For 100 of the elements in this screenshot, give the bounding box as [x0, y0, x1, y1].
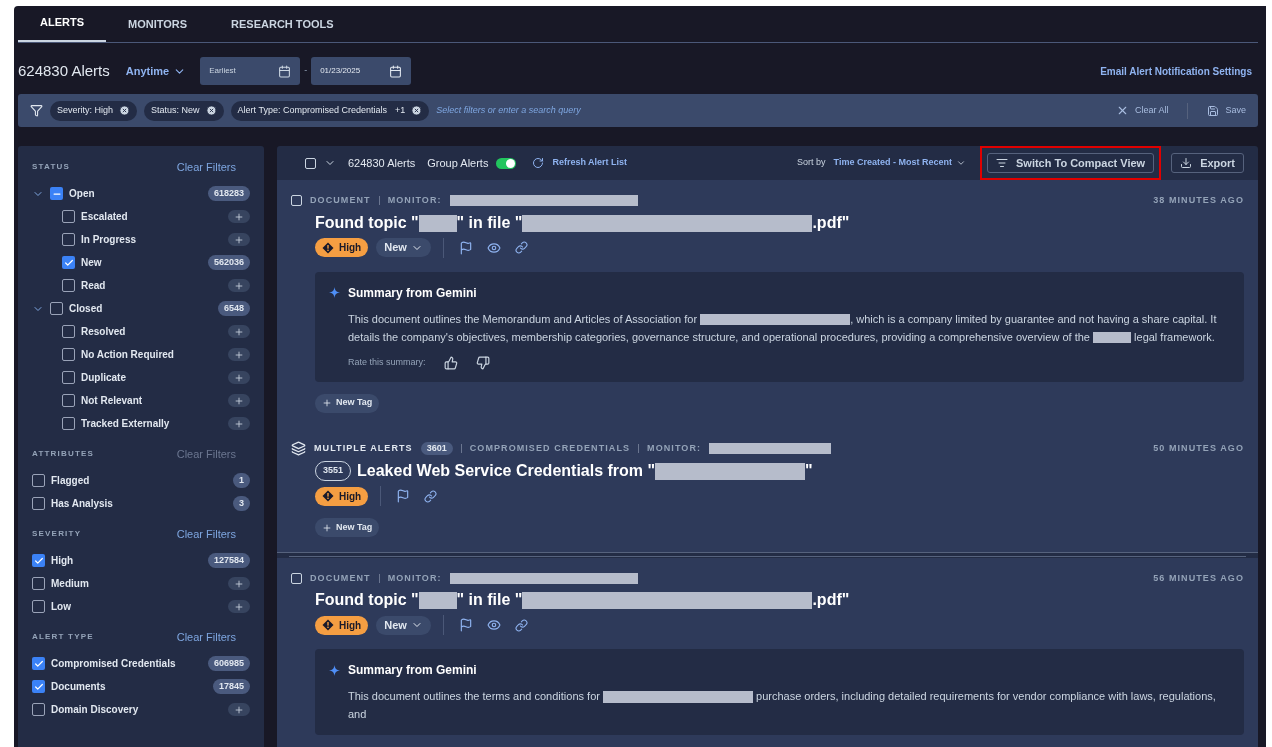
select-checkbox[interactable]: [291, 195, 302, 207]
checkbox[interactable]: [32, 703, 45, 716]
add-button[interactable]: [228, 325, 250, 338]
check-icon: [33, 681, 44, 692]
status-dropdown[interactable]: New: [376, 238, 431, 257]
plus-icon: [234, 326, 244, 337]
end-date-field[interactable]: 01/23/2025: [311, 57, 412, 85]
refresh-link[interactable]: Refresh Alert List: [552, 156, 628, 170]
checkbox[interactable]: [32, 577, 45, 590]
add-button[interactable]: [228, 600, 250, 613]
new-tag-button[interactable]: New Tag: [315, 518, 380, 537]
plus-icon: [234, 280, 244, 291]
link-icon[interactable]: [424, 489, 438, 503]
summary-title: Summary from Gemini: [348, 284, 477, 302]
alert-type: DOCUMENT: [310, 571, 371, 585]
checkbox[interactable]: [62, 256, 75, 269]
clear-filters-link[interactable]: Clear Filters: [176, 158, 236, 176]
save-button[interactable]: Save: [1207, 103, 1246, 118]
range-dropdown[interactable]: Anytime: [125, 62, 187, 80]
clear-all-button[interactable]: Clear All: [1115, 103, 1169, 118]
checkbox[interactable]: [62, 210, 75, 223]
count-badge: 562036: [207, 254, 250, 271]
nav-tab[interactable]: ALERTS: [18, 13, 106, 42]
select-all-checkbox[interactable]: [305, 157, 316, 169]
alert-title[interactable]: Found topic " " in file " .pdf": [315, 589, 850, 611]
add-button[interactable]: [228, 233, 250, 246]
clear-filters-link[interactable]: Clear Filters: [176, 628, 236, 646]
alert-icon: [322, 619, 334, 631]
flag-icon[interactable]: [458, 240, 473, 255]
plus-icon: [234, 395, 244, 406]
flag-icon[interactable]: [396, 489, 411, 503]
checkbox[interactable]: [62, 394, 75, 407]
flag-icon[interactable]: [458, 618, 473, 632]
eye-icon[interactable]: [486, 618, 501, 632]
count-badge: 1: [233, 472, 250, 489]
filter-label: No Action Required: [81, 348, 174, 362]
plus-icon: [234, 349, 244, 360]
checkbox[interactable]: [62, 325, 75, 338]
new-tag-button[interactable]: New Tag: [315, 393, 380, 413]
filter-label: High: [51, 554, 74, 568]
alerts-count: 624830 Alerts: [18, 60, 110, 81]
add-button[interactable]: [228, 417, 250, 430]
date-separator: -: [304, 64, 308, 78]
monitor-label: MONITOR:: [387, 194, 442, 207]
filter-icon: [30, 104, 43, 117]
checkbox[interactable]: [62, 417, 75, 430]
remove-icon[interactable]: [411, 105, 423, 116]
compact-view-button[interactable]: Switch To Compact View: [987, 153, 1155, 173]
sort-dropdown[interactable]: Time Created - Most Recent: [833, 156, 966, 170]
checkbox[interactable]: [62, 233, 75, 246]
add-button[interactable]: [228, 703, 250, 716]
filter-label: Escalated: [81, 210, 128, 224]
add-button[interactable]: [228, 210, 250, 223]
select-checkbox[interactable]: [291, 572, 302, 584]
severity-badge: High: [315, 238, 369, 257]
filter-label: Not Relevant: [81, 394, 143, 408]
add-button[interactable]: [228, 371, 250, 384]
group-label: Group Alerts: [427, 155, 489, 171]
count-badge: 17845: [212, 678, 250, 695]
notification-settings-link[interactable]: Email Alert Notification Settings: [1100, 63, 1252, 79]
clear-filters-link[interactable]: Clear Filters: [176, 525, 236, 543]
alert-title[interactable]: Found topic " " in file " .pdf": [315, 211, 850, 234]
add-button[interactable]: [228, 577, 250, 590]
checkbox[interactable]: [50, 187, 63, 200]
export-button[interactable]: Export: [1171, 153, 1244, 173]
link-icon[interactable]: [514, 618, 528, 632]
thumbs-down-icon[interactable]: [475, 355, 490, 370]
group-toggle[interactable]: [496, 157, 517, 169]
start-date-field[interactable]: Earliest: [200, 57, 301, 85]
check-icon: [33, 658, 44, 669]
checkbox[interactable]: [32, 680, 45, 693]
nav-tab[interactable]: RESEARCH TOOLS: [209, 15, 356, 42]
add-button[interactable]: [228, 348, 250, 361]
sort-label: Sort by: [797, 156, 826, 170]
alert-time: 50 MINUTES AGO: [1153, 441, 1244, 455]
filter-chip[interactable]: Status: New: [144, 100, 224, 121]
refresh-icon[interactable]: [532, 157, 545, 169]
remove-icon[interactable]: [205, 105, 217, 116]
checkbox[interactable]: [62, 348, 75, 361]
remove-icon[interactable]: [119, 105, 131, 116]
count-badge: 618283: [207, 185, 250, 202]
checkbox[interactable]: [32, 600, 45, 613]
filter-chip[interactable]: Alert Type: Compromised Credentials +1: [230, 100, 430, 121]
add-button[interactable]: [228, 279, 250, 292]
nav-tab[interactable]: MONITORS: [106, 15, 210, 42]
alert-title[interactable]: Leaked Web Service Credentials from " ": [357, 460, 813, 482]
status-dropdown[interactable]: New: [376, 615, 431, 635]
checkbox[interactable]: [32, 657, 45, 670]
checkbox[interactable]: [62, 371, 75, 384]
checkbox[interactable]: [62, 279, 75, 292]
checkbox[interactable]: [32, 554, 45, 567]
add-button[interactable]: [228, 394, 250, 407]
plus-icon: [322, 522, 332, 533]
caret-icon: [956, 158, 966, 168]
eye-icon[interactable]: [486, 240, 501, 255]
thumbs-up-icon[interactable]: [443, 355, 458, 370]
search-field[interactable]: Select filters or enter a search query: [436, 103, 581, 118]
checkbox[interactable]: [50, 302, 63, 315]
filter-chip[interactable]: Severity: High: [50, 100, 138, 121]
link-icon[interactable]: [514, 241, 528, 254]
